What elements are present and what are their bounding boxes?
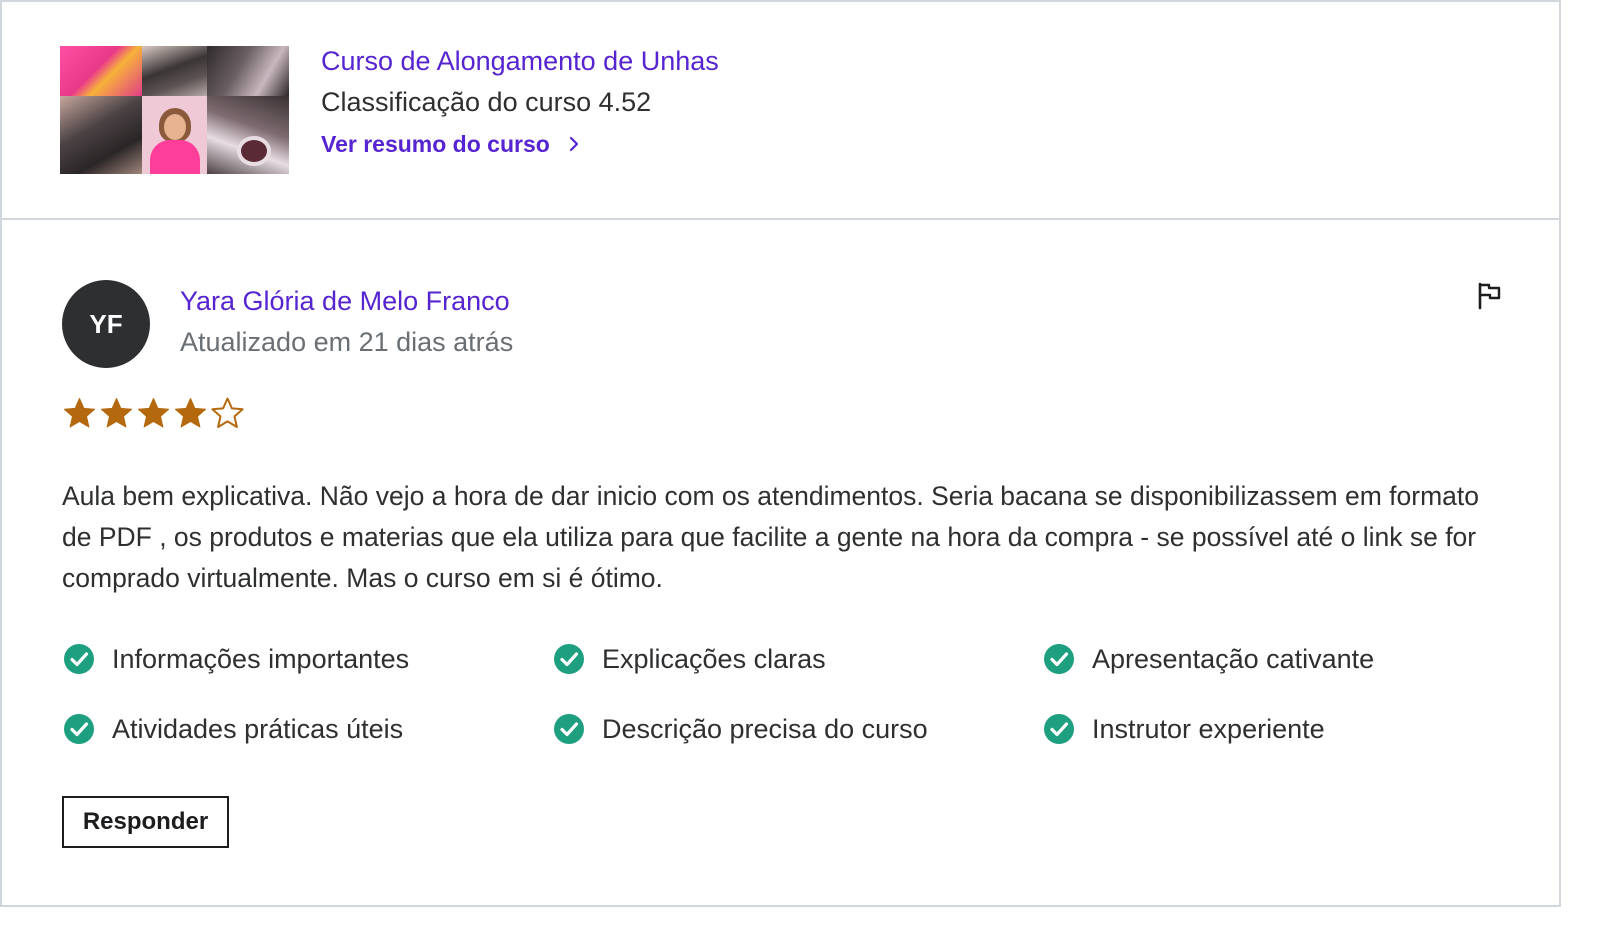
check-circle-icon bbox=[1044, 713, 1074, 744]
feedback-tag-label: Apresentação cativante bbox=[1092, 643, 1375, 674]
review-card: Curso de Alongamento de Unhas Classifica… bbox=[0, 0, 1561, 907]
thumbnail-tile bbox=[60, 46, 142, 96]
star-filled-icon bbox=[174, 398, 207, 428]
feedback-tag-label: Descrição precisa do curso bbox=[602, 713, 928, 744]
star-rating bbox=[62, 396, 245, 431]
thumbnail-tile bbox=[207, 96, 289, 174]
check-circle-icon bbox=[64, 713, 94, 744]
course-header: Curso de Alongamento de Unhas Classifica… bbox=[2, 2, 1559, 220]
course-summary-label: Ver resumo do curso bbox=[321, 131, 550, 157]
feedback-tag: Atividades práticas úteis bbox=[62, 710, 552, 747]
flag-icon[interactable] bbox=[1476, 281, 1504, 311]
check-circle-icon bbox=[64, 643, 94, 674]
check-circle-icon bbox=[1044, 643, 1074, 674]
feedback-tag-label: Instrutor experiente bbox=[1092, 713, 1325, 744]
course-thumbnail[interactable] bbox=[60, 46, 289, 174]
feedback-tag-label: Atividades práticas úteis bbox=[112, 713, 404, 744]
review-text: Aula bem explicativa. Não vejo a hora de… bbox=[62, 481, 1480, 593]
check-circle-icon bbox=[554, 713, 584, 744]
feedback-tag: Informações importantes bbox=[62, 640, 552, 677]
avatar: YF bbox=[62, 280, 150, 368]
course-rating: Classificação do curso 4.52 bbox=[321, 87, 652, 117]
star-outline-icon bbox=[211, 397, 244, 428]
feedback-tag: Instrutor experiente bbox=[1042, 710, 1482, 747]
feedback-tag: Apresentação cativante bbox=[1042, 640, 1482, 677]
reviewer-name[interactable]: Yara Glória de Melo Franco bbox=[180, 284, 510, 318]
thumbnail-tile bbox=[142, 46, 207, 96]
feedback-tag-label: Informações importantes bbox=[112, 643, 410, 674]
star-filled-icon bbox=[137, 398, 170, 428]
reply-button[interactable]: Responder bbox=[62, 796, 229, 848]
thumbnail-tile bbox=[207, 46, 289, 96]
course-title-link[interactable]: Curso de Alongamento de Unhas bbox=[321, 44, 719, 78]
chevron-right-icon bbox=[569, 136, 578, 152]
thumbnail-instructor-photo bbox=[142, 96, 207, 174]
review-date: Atualizado em 21 dias atrás bbox=[180, 327, 514, 357]
feedback-tag: Explicações claras bbox=[552, 640, 1042, 677]
star-filled-icon bbox=[100, 398, 133, 428]
course-summary-link[interactable]: Ver resumo do curso bbox=[321, 128, 580, 160]
check-circle-icon bbox=[554, 643, 584, 674]
feedback-tags: Informações importantes Explicações clara… bbox=[62, 640, 1482, 747]
feedback-tag-label: Explicações claras bbox=[602, 643, 826, 674]
star-filled-icon bbox=[63, 398, 96, 428]
feedback-tag: Descrição precisa do curso bbox=[552, 710, 1042, 747]
thumbnail-tile bbox=[60, 96, 142, 174]
